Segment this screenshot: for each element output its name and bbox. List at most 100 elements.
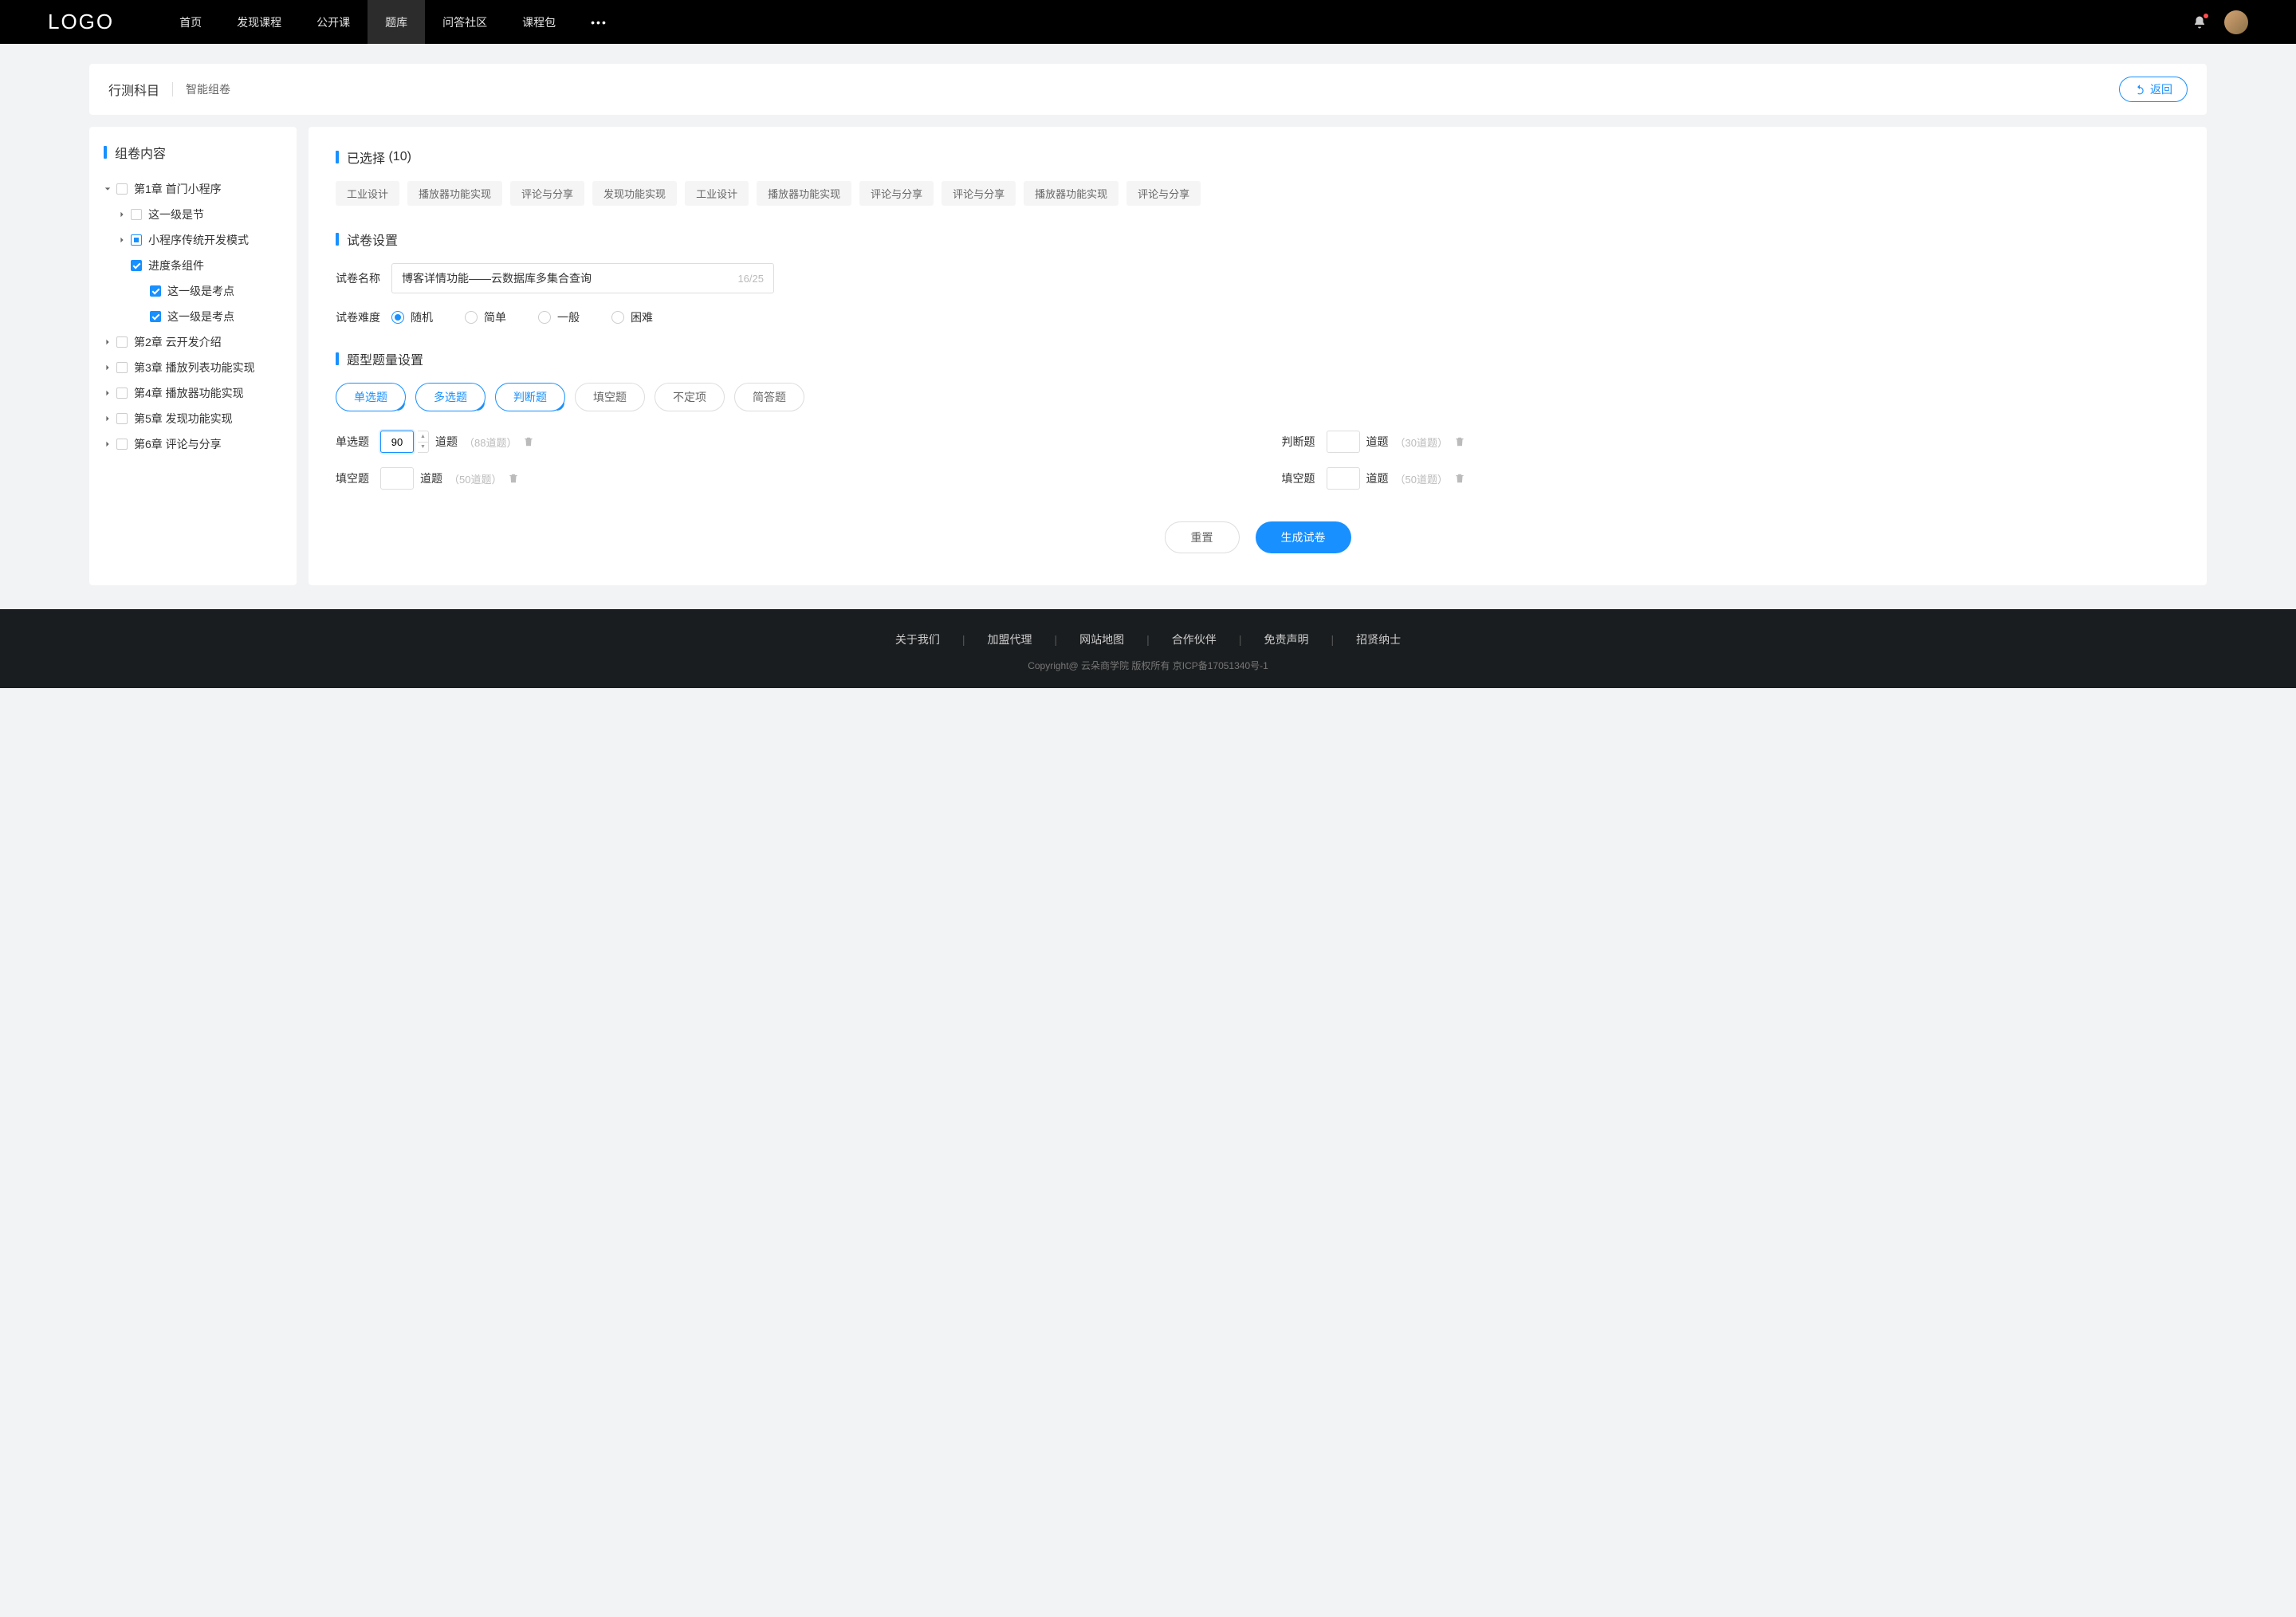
- chevron-right-icon: [104, 364, 112, 372]
- trash-icon[interactable]: [1454, 436, 1465, 447]
- chevron-right-icon: [104, 440, 112, 448]
- type-pill[interactable]: 多选题: [415, 383, 486, 411]
- type-pill[interactable]: 简答题: [734, 383, 804, 411]
- quantity-row: 填空题道题（50道题）: [1282, 467, 2180, 490]
- footer-link[interactable]: 招贤纳士: [1334, 631, 1423, 647]
- char-counter: 16/25: [737, 273, 764, 285]
- selected-tag[interactable]: 播放器功能实现: [757, 181, 851, 206]
- trash-icon[interactable]: [523, 436, 534, 447]
- nav-more[interactable]: •••: [573, 16, 625, 29]
- selected-tag[interactable]: 评论与分享: [1126, 181, 1201, 206]
- type-settings-title: 题型题量设置: [336, 349, 2180, 368]
- chevron-right-icon: [104, 415, 112, 423]
- tree-row[interactable]: 第1章 首门小程序: [104, 176, 282, 202]
- tree-row[interactable]: 第5章 发现功能实现: [104, 406, 282, 431]
- quantity-unit: 道题: [435, 434, 458, 450]
- quantity-label: 填空题: [1282, 470, 1320, 486]
- logo: LOGO: [48, 10, 114, 34]
- selected-tag[interactable]: 工业设计: [685, 181, 749, 206]
- tree-label: 进度条组件: [148, 258, 204, 273]
- paper-name-input[interactable]: 博客详情功能——云数据库多集合查询 16/25: [391, 263, 774, 293]
- paper-name-value: 博客详情功能——云数据库多集合查询: [402, 270, 592, 286]
- bell-icon[interactable]: [2192, 15, 2207, 30]
- generate-button[interactable]: 生成试卷: [1256, 521, 1351, 553]
- top-nav: LOGO 首页发现课程公开课题库问答社区课程包 •••: [0, 0, 2296, 44]
- step-down-icon[interactable]: ▼: [418, 443, 428, 453]
- checkbox[interactable]: [116, 183, 128, 195]
- tree-row[interactable]: 第4章 播放器功能实现: [104, 380, 282, 406]
- quantity-input[interactable]: [1327, 467, 1360, 490]
- footer-links: 关于我们|加盟代理|网站地图|合作伙伴|免责声明|招贤纳士: [0, 631, 2296, 647]
- page-title: 行测科目: [108, 80, 159, 99]
- quantity-label: 单选题: [336, 434, 374, 450]
- quantity-input[interactable]: [1327, 431, 1360, 453]
- selected-tag[interactable]: 播放器功能实现: [1024, 181, 1119, 206]
- selected-tag[interactable]: 播放器功能实现: [407, 181, 502, 206]
- checkbox[interactable]: [116, 388, 128, 399]
- tree-row[interactable]: 第6章 评论与分享: [104, 431, 282, 457]
- quantity-input[interactable]: [380, 467, 414, 490]
- quantity-row: 填空题道题（50道题）: [336, 467, 1234, 490]
- nav-item-1[interactable]: 发现课程: [219, 0, 299, 44]
- tree-row[interactable]: 小程序传统开发模式: [104, 227, 282, 253]
- content-tree: 第1章 首门小程序这一级是节小程序传统开发模式进度条组件这一级是考点这一级是考点…: [104, 176, 282, 457]
- back-button[interactable]: 返回: [2119, 77, 2188, 102]
- selected-tag[interactable]: 工业设计: [336, 181, 399, 206]
- tree-row[interactable]: 第2章 云开发介绍: [104, 329, 282, 355]
- type-pill[interactable]: 单选题: [336, 383, 406, 411]
- footer-copyright: Copyright@ 云朵商学院 版权所有 京ICP备17051340号-1: [0, 659, 2296, 672]
- nav-item-0[interactable]: 首页: [162, 0, 219, 44]
- nav-item-5[interactable]: 课程包: [505, 0, 573, 44]
- selected-tag[interactable]: 评论与分享: [510, 181, 584, 206]
- chevron-down-icon: [104, 185, 112, 193]
- reset-button[interactable]: 重置: [1165, 521, 1240, 553]
- footer-link[interactable]: 加盟代理: [965, 631, 1055, 647]
- footer-link[interactable]: 合作伙伴: [1150, 631, 1239, 647]
- quantity-stepper[interactable]: ▲▼: [418, 431, 429, 453]
- footer-link[interactable]: 免责声明: [1241, 631, 1331, 647]
- undo-icon: [2134, 84, 2145, 95]
- nav-item-2[interactable]: 公开课: [299, 0, 368, 44]
- trash-icon[interactable]: [1454, 473, 1465, 484]
- checkbox[interactable]: [116, 336, 128, 348]
- trash-icon[interactable]: [508, 473, 519, 484]
- selected-tag[interactable]: 发现功能实现: [592, 181, 677, 206]
- type-pill[interactable]: 判断题: [495, 383, 565, 411]
- quantity-unit: 道题: [420, 470, 442, 486]
- nav-item-4[interactable]: 问答社区: [425, 0, 505, 44]
- radio-circle: [391, 311, 404, 324]
- tree-row[interactable]: 这一级是考点: [104, 278, 282, 304]
- type-pill[interactable]: 填空题: [575, 383, 645, 411]
- chevron-right-icon: [104, 338, 112, 346]
- difficulty-radio[interactable]: 困难: [611, 309, 653, 325]
- checkbox[interactable]: [131, 234, 142, 246]
- quantity-row: 判断题道题（30道题）: [1282, 431, 2180, 453]
- nav-item-3[interactable]: 题库: [368, 0, 425, 44]
- selected-title: 已选择 (10): [336, 148, 2180, 167]
- checkbox[interactable]: [116, 362, 128, 373]
- selected-tag[interactable]: 评论与分享: [942, 181, 1016, 206]
- footer-link[interactable]: 关于我们: [873, 631, 962, 647]
- step-up-icon[interactable]: ▲: [418, 431, 428, 443]
- tree-row[interactable]: 第3章 播放列表功能实现: [104, 355, 282, 380]
- footer-link[interactable]: 网站地图: [1057, 631, 1146, 647]
- checkbox[interactable]: [131, 209, 142, 220]
- quantity-grid: 单选题▲▼道题（88道题）判断题道题（30道题）填空题道题（50道题）填空题道题…: [336, 431, 2180, 490]
- selected-tag[interactable]: 评论与分享: [859, 181, 934, 206]
- checkbox[interactable]: [131, 260, 142, 271]
- tree-row[interactable]: 这一级是节: [104, 202, 282, 227]
- tree-row[interactable]: 进度条组件: [104, 253, 282, 278]
- checkbox[interactable]: [150, 311, 161, 322]
- difficulty-radio[interactable]: 随机: [391, 309, 433, 325]
- paper-settings-title: 试卷设置: [336, 230, 2180, 249]
- quantity-input[interactable]: [380, 431, 414, 453]
- tree-row[interactable]: 这一级是考点: [104, 304, 282, 329]
- checkbox[interactable]: [150, 285, 161, 297]
- difficulty-radio[interactable]: 一般: [538, 309, 580, 325]
- difficulty-radio[interactable]: 简单: [465, 309, 506, 325]
- checkbox[interactable]: [116, 413, 128, 424]
- type-pill[interactable]: 不定项: [655, 383, 725, 411]
- radio-label: 随机: [411, 309, 433, 325]
- checkbox[interactable]: [116, 439, 128, 450]
- avatar[interactable]: [2224, 10, 2248, 34]
